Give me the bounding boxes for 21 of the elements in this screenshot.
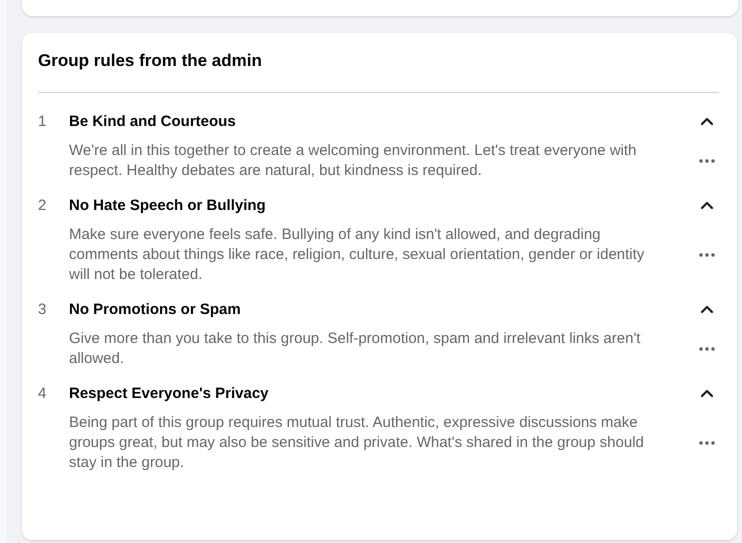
more-icon[interactable] [699,441,715,445]
more-icon[interactable] [699,347,715,351]
rule-title: No Hate Speech or Bullying [69,196,267,214]
rule-title: Be Kind and Courteous [69,112,237,130]
card-title: Group rules from the admin [38,50,263,72]
rule-description: We're all in this together to create a welcoming environment. Let's treat everyone with respect. Healthy debates are natural, but kindness is required. [69,141,638,181]
chevron-up-icon[interactable] [700,200,714,210]
more-icon[interactable] [699,253,715,257]
rule-description: Being part of this group requires mutual trust. Authentic, expressive discussions make groups great, but may also be sensitive and private. What's shared in the group should stay in the group. [69,413,645,473]
rule-description: Make sure everyone feels safe. Bullying of any kind isn't allowed, and degrading comments about things like race, religion, culture, sexual orientation, gender or identity will not be tolerated. [69,225,646,285]
rule-number: 3 [38,300,48,318]
rule-description: Give more than you take to this group. Self-promotion, spam and irrelevant links aren't allowed. [69,329,642,369]
rule-number: 2 [38,196,48,214]
chevron-up-icon[interactable] [700,116,714,126]
chevron-up-icon[interactable] [700,388,714,398]
rule-title: Respect Everyone's Privacy [69,384,270,402]
rule-number: 1 [38,112,48,130]
rule-title: No Promotions or Spam [69,300,242,318]
more-icon[interactable] [699,159,715,163]
rule-number: 4 [38,384,48,402]
chevron-up-icon[interactable] [700,304,714,314]
